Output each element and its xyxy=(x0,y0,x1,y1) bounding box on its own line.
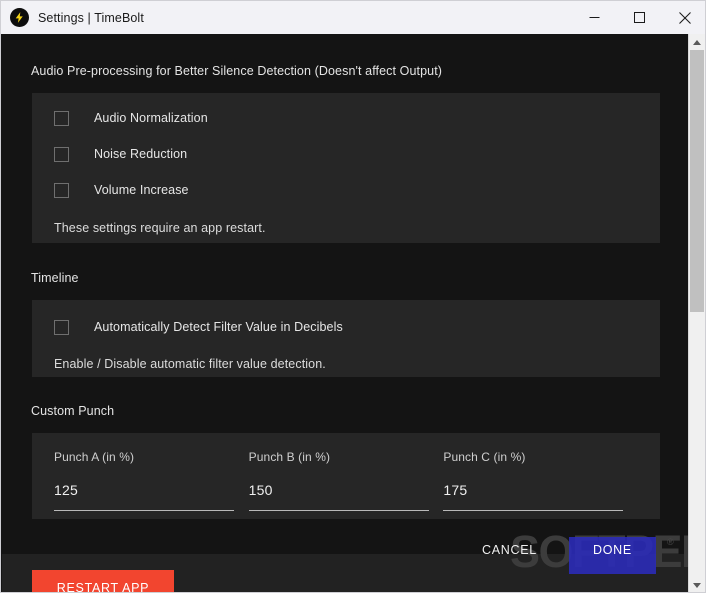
settings-window: Settings | TimeBolt Audio Pre-processing… xyxy=(0,0,706,593)
scroll-down-arrow-icon[interactable] xyxy=(689,577,705,592)
settings-content: Audio Pre-processing for Better Silence … xyxy=(2,34,690,592)
checkbox-audio-normalization[interactable] xyxy=(54,110,69,126)
punch-c-label: Punch C (in %) xyxy=(443,450,526,464)
checkbox-noise-reduction[interactable] xyxy=(54,146,69,162)
note-timeline-filter: Enable / Disable automatic filter value … xyxy=(54,357,326,371)
section-heading-audio-preprocessing: Audio Pre-processing for Better Silence … xyxy=(31,64,443,78)
restart-app-button[interactable]: RESTART APP xyxy=(32,570,174,592)
section-heading-custom-punch: Custom Punch xyxy=(31,404,115,418)
punch-a-label: Punch A (in %) xyxy=(54,450,135,464)
scrollbar-thumb[interactable] xyxy=(690,50,704,312)
title-bar-left: Settings | TimeBolt xyxy=(1,8,572,27)
maximize-button[interactable] xyxy=(617,1,662,34)
window-controls xyxy=(572,1,705,34)
card-timeline: Automatically Detect Filter Value in Dec… xyxy=(32,300,660,377)
checkbox-row-audio-normalization[interactable]: Audio Normalization xyxy=(32,100,660,136)
checkbox-label-auto-detect-filter: Automatically Detect Filter Value in Dec… xyxy=(94,320,343,334)
punch-field-a: Punch A (in %) 125 xyxy=(54,450,249,511)
punch-c-underline xyxy=(443,510,624,511)
checkbox-label-noise-reduction: Noise Reduction xyxy=(94,147,188,161)
scroll-up-arrow-icon[interactable] xyxy=(689,34,705,50)
note-audio-restart: These settings require an app restart. xyxy=(54,221,266,235)
settings-scroll-area[interactable]: Audio Pre-processing for Better Silence … xyxy=(2,34,690,554)
window-title: Settings | TimeBolt xyxy=(38,10,144,25)
vertical-scrollbar[interactable] xyxy=(688,34,705,592)
punch-field-c: Punch C (in %) 175 xyxy=(443,450,638,511)
minimize-button[interactable] xyxy=(572,1,617,34)
title-bar: Settings | TimeBolt xyxy=(1,1,705,34)
checkbox-row-volume-increase[interactable]: Volume Increase xyxy=(32,172,660,208)
punch-b-underline xyxy=(248,510,429,511)
checkbox-label-audio-normalization: Audio Normalization xyxy=(94,111,208,125)
punch-b-label: Punch B (in %) xyxy=(248,450,331,464)
checkbox-volume-increase[interactable] xyxy=(54,182,69,198)
checkbox-label-volume-increase: Volume Increase xyxy=(94,183,189,197)
checkbox-auto-detect-filter[interactable] xyxy=(54,319,69,335)
punch-fields-grid: Punch A (in %) 125 Punch B (in %) 150 Pu… xyxy=(32,450,660,511)
card-audio-preprocessing: Audio Normalization Noise Reduction Volu… xyxy=(32,93,660,243)
close-button[interactable] xyxy=(662,1,705,34)
punch-a-input[interactable]: 125 xyxy=(54,482,249,498)
checkbox-row-auto-detect-filter[interactable]: Automatically Detect Filter Value in Dec… xyxy=(32,309,660,345)
punch-a-underline xyxy=(54,510,234,511)
card-custom-punch: Punch A (in %) 125 Punch B (in %) 150 Pu… xyxy=(32,433,660,519)
done-button[interactable]: DONE xyxy=(593,543,632,557)
footer-bar: RESTART APP xyxy=(2,554,690,592)
cancel-button[interactable]: CANCEL xyxy=(482,543,537,557)
punch-c-input[interactable]: 175 xyxy=(443,482,638,498)
punch-b-input[interactable]: 150 xyxy=(249,482,444,498)
punch-field-b: Punch B (in %) 150 xyxy=(248,450,444,511)
checkbox-row-noise-reduction[interactable]: Noise Reduction xyxy=(32,136,660,172)
section-heading-timeline: Timeline xyxy=(31,271,79,285)
lightning-bolt-icon xyxy=(10,8,29,27)
